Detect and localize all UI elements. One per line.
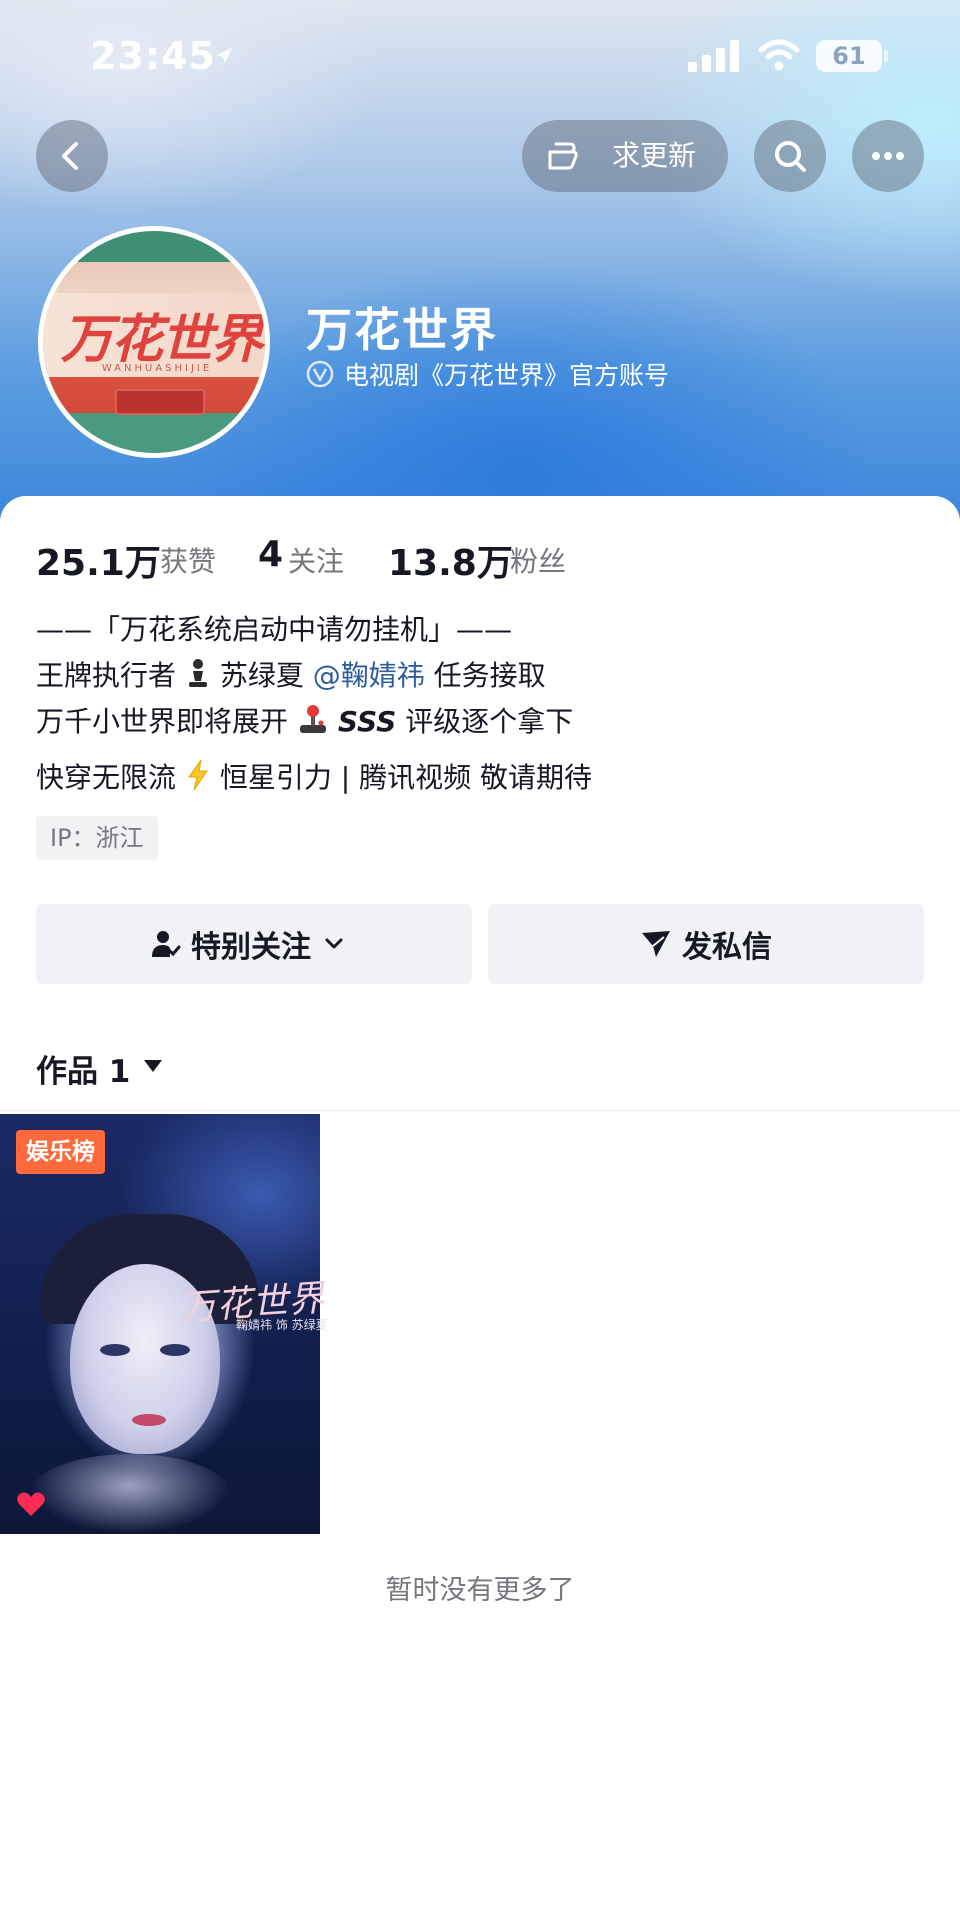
bio-line-1: ——「万花系统启动中请勿挂机」——: [36, 613, 513, 646]
mention-link[interactable]: @鞠婧祎: [313, 659, 425, 692]
entertainment-chart-badge: 娱乐榜: [16, 1130, 105, 1174]
bio-line-2: 王牌执行者 苏绿夏 @鞠婧祎 任务接取: [36, 654, 546, 694]
special-follow-label: 特别关注: [191, 930, 311, 965]
status-time: 23:45: [90, 34, 216, 78]
request-update-button[interactable]: 求更新: [522, 120, 728, 192]
likes-label: 获赞: [160, 545, 217, 578]
battery-tip: [884, 50, 888, 62]
poster-credit: 鞠婧祎 饰 苏绿夏: [236, 1318, 328, 1332]
paper-plane-icon: [642, 931, 670, 957]
followers-count[interactable]: 13.8万: [388, 534, 513, 586]
bio-line-3: 万千小世界即将展开 SSS 评级逐个拿下: [36, 700, 573, 740]
special-follow-button[interactable]: 特别关注: [36, 904, 472, 984]
cellular-signal-icon: [688, 40, 739, 72]
no-more-content-text: 暂时没有更多了: [385, 1575, 575, 1606]
battery-indicator: 61: [816, 40, 882, 72]
bio-line-4: 快穿无限流 恒星引力 | 腾讯视频 敬请期待: [36, 756, 592, 796]
bio-text: 评级逐个拿下: [405, 705, 574, 738]
bio-text: 任务接取: [433, 659, 546, 692]
bio-rating: SSS: [337, 705, 397, 738]
more-options-button[interactable]: [852, 120, 924, 192]
battery-level: 61: [832, 42, 866, 70]
ip-location-tag: IP：浙江: [36, 816, 158, 860]
lightning-icon: [187, 759, 208, 791]
following-count[interactable]: 4: [258, 534, 283, 575]
send-message-button[interactable]: 发私信: [488, 904, 924, 984]
verified-badge-icon: [306, 360, 334, 388]
bio-text: 王牌执行者: [36, 659, 177, 692]
avatar-logo-subtitle: WANHUASHIJIE: [101, 363, 213, 374]
chess-pawn-icon: [188, 659, 207, 687]
request-update-label: 求更新: [612, 139, 697, 172]
followers-label[interactable]: 粉丝: [510, 540, 566, 580]
send-message-content: 发私信: [488, 904, 924, 984]
search-icon: [775, 141, 806, 172]
bio-text: 万千小世界即将展开: [36, 705, 289, 738]
chevron-left-icon: [62, 142, 78, 170]
profile-name: 万花世界: [306, 303, 498, 357]
avatar[interactable]: 万花世界 WANHUASHIJIE: [38, 226, 270, 458]
user-check-icon: [152, 931, 181, 957]
following-label[interactable]: 关注: [288, 540, 344, 580]
poster-eye-shape: [100, 1344, 130, 1356]
more-dots-icon: [872, 152, 904, 160]
search-button[interactable]: [754, 120, 826, 192]
poster-eye-shape: [160, 1344, 190, 1356]
poster-reflection: [30, 1454, 230, 1534]
location-arrow-icon: [216, 48, 232, 64]
chevron-down-icon: [325, 938, 343, 949]
special-follow-content: 特别关注: [36, 904, 472, 984]
avatar-plate: [115, 389, 205, 415]
avatar-logo-title: 万花世界: [60, 309, 263, 370]
likes-count: 25.1万: [36, 543, 161, 584]
bio-text: 快穿无限流: [36, 761, 177, 794]
back-button[interactable]: [36, 120, 108, 192]
bio-text: 恒星引力 | 腾讯视频 敬请期待: [219, 761, 592, 794]
joystick-icon: [299, 705, 326, 733]
verified-description: 电视剧《万花世界》官方账号: [344, 361, 670, 390]
works-tab-title[interactable]: 作品 1: [36, 1046, 130, 1091]
heart-icon: [17, 1492, 45, 1516]
wifi-icon: [758, 39, 800, 71]
send-message-label: 发私信: [682, 930, 772, 965]
bio-text: 苏绿夏: [219, 659, 304, 692]
poster-lips-shape: [132, 1414, 166, 1426]
pointing-hand-icon: [548, 142, 578, 170]
caret-down-icon[interactable]: [142, 1058, 164, 1074]
works-divider: [0, 1110, 960, 1111]
